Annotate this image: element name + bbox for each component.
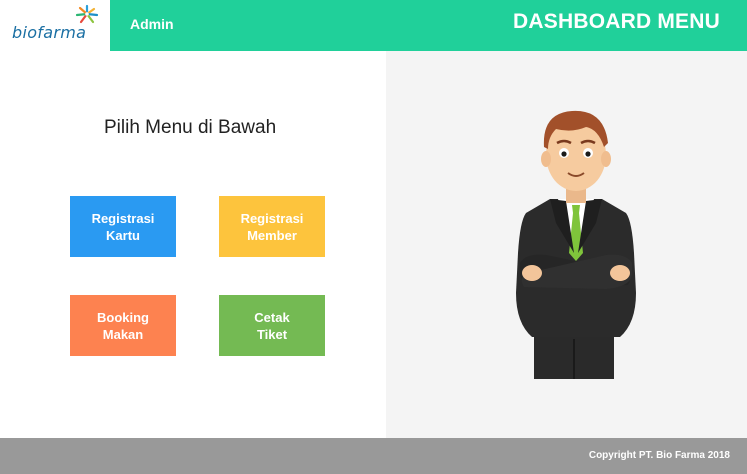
registrasi-member-button[interactable]: Registrasi Member	[219, 196, 325, 257]
cetak-tiket-button[interactable]: Cetak Tiket	[219, 295, 325, 356]
top-bar: Admin DASHBOARD MENU	[110, 0, 747, 51]
illustration-panel	[386, 51, 747, 438]
businessman-illustration	[516, 110, 636, 379]
footer: Copyright PT. Bio Farma 2018	[0, 438, 747, 474]
brand-name: biofarma	[12, 23, 87, 42]
dashboard-app: biofarma Admin DASHBOARD MENU Pilih Menu…	[0, 0, 747, 474]
user-role-label: Admin	[130, 16, 174, 32]
menu-panel: Pilih Menu di Bawah Registrasi Kartu Reg…	[0, 51, 386, 438]
brand-logo[interactable]: biofarma	[0, 0, 110, 51]
page-title: DASHBOARD MENU	[513, 10, 720, 33]
registrasi-kartu-button[interactable]: Registrasi Kartu	[70, 196, 176, 257]
copyright-text: Copyright PT. Bio Farma 2018	[588, 450, 730, 461]
booking-makan-button[interactable]: Booking Makan	[70, 295, 176, 356]
menu-prompt: Pilih Menu di Bawah	[104, 117, 277, 138]
